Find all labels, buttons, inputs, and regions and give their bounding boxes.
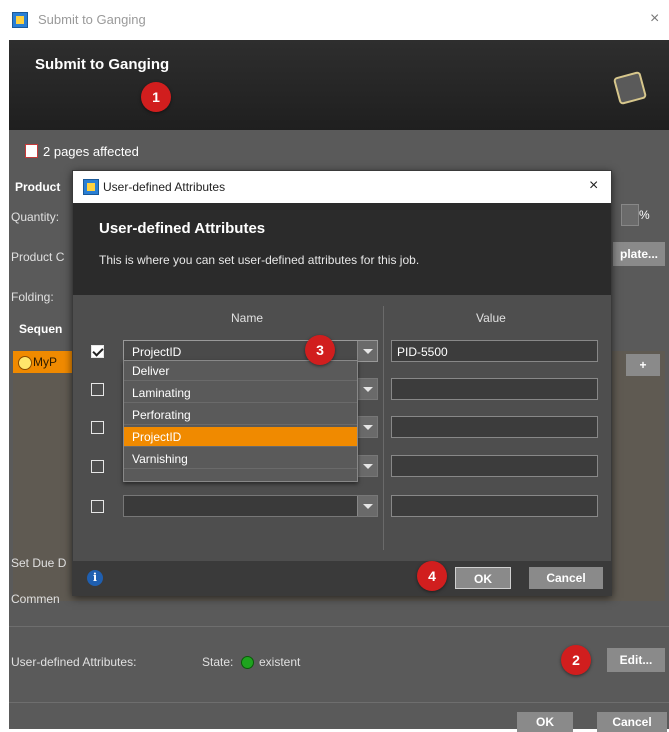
annotation-badge-2: 2 (561, 645, 591, 675)
dropdown-option[interactable]: Varnishing (124, 449, 357, 469)
dialog-close-icon[interactable]: × (589, 177, 598, 195)
quantity-label: Quantity: (11, 210, 60, 224)
attribute-name-dropdown[interactable]: Deliver Laminating Perforating ProjectID… (123, 360, 358, 482)
dropdown-option-selected[interactable]: ProjectID (124, 427, 357, 447)
state-value: existent (259, 655, 301, 669)
info-icon[interactable]: i (87, 570, 103, 586)
column-header-name: Name (231, 311, 264, 325)
dialog-window-title: User-defined Attributes (103, 180, 226, 194)
edit-button[interactable]: Edit... (607, 648, 665, 672)
chevron-down-icon[interactable] (357, 417, 377, 437)
attributes-table: Name Value ProjectID PID-5500 Deliver La… (81, 302, 603, 554)
window-titlebar: Submit to Ganging × (0, 0, 669, 40)
add-sequence-button[interactable]: + (626, 354, 660, 376)
dropdown-option[interactable]: Perforating (124, 405, 357, 425)
app-icon (12, 12, 28, 28)
column-header-value: Value (476, 311, 506, 325)
window-title: Submit to Ganging (38, 12, 146, 27)
chevron-down-icon[interactable] (357, 341, 377, 361)
state-status-icon (241, 656, 254, 669)
row-checkbox[interactable] (91, 383, 104, 396)
attribute-value-field[interactable] (391, 495, 598, 517)
cancel-button[interactable]: Cancel (597, 712, 667, 732)
attribute-value-field[interactable]: PID-5500 (391, 340, 598, 362)
row-checkbox[interactable] (91, 460, 104, 473)
chevron-down-icon[interactable] (357, 379, 377, 399)
template-button[interactable]: plate... (613, 242, 665, 266)
percent-label: % (639, 208, 650, 222)
product-c-label: Product C (11, 250, 65, 264)
page-title: Submit to Ganging (35, 56, 170, 73)
user-defined-attributes-label: User-defined Attributes: (11, 655, 137, 669)
dropdown-option[interactable]: Laminating (124, 383, 357, 403)
attribute-name-value: ProjectID (132, 345, 182, 359)
sequence-label: Sequen (19, 322, 63, 336)
column-separator (383, 306, 384, 550)
close-icon[interactable]: × (650, 10, 659, 28)
attribute-name-select[interactable] (123, 495, 378, 517)
chevron-down-icon[interactable] (357, 496, 377, 516)
row-checkbox[interactable] (91, 345, 104, 358)
sequence-item-myp[interactable]: MyP (13, 351, 77, 373)
row-checkbox[interactable] (91, 500, 104, 513)
ganging-logo-icon (612, 70, 648, 106)
app-icon (83, 179, 99, 195)
attribute-value-field[interactable] (391, 455, 598, 477)
dialog-titlebar: User-defined Attributes × (73, 171, 611, 203)
pdf-icon (25, 144, 38, 158)
dialog-header: User-defined Attributes This is where yo… (73, 203, 611, 295)
annotation-badge-1: 1 (141, 82, 171, 112)
state-label: State: (202, 655, 234, 669)
dialog-subtitle: This is where you can set user-defined a… (99, 253, 420, 267)
pages-affected-label: 2 pages affected (43, 144, 139, 159)
comment-label: Commen (11, 592, 60, 606)
dialog-header: Submit to Ganging (9, 40, 669, 130)
folding-label: Folding: (11, 290, 54, 304)
dialog-cancel-button[interactable]: Cancel (529, 567, 603, 589)
annotation-badge-3: 3 (305, 335, 335, 365)
ok-button[interactable]: OK (517, 712, 573, 732)
product-section-label: Product (15, 180, 61, 194)
dialog-ok-button[interactable]: OK (455, 567, 511, 589)
divider (9, 626, 669, 627)
quantity-percent-field[interactable] (621, 204, 639, 226)
attribute-value-field[interactable] (391, 416, 598, 438)
dialog-footer: i OK Cancel (73, 561, 611, 595)
row-checkbox[interactable] (91, 421, 104, 434)
set-due-date-label: Set Due D (11, 556, 67, 570)
divider (9, 702, 669, 703)
annotation-badge-4: 4 (417, 561, 447, 591)
dialog-title: User-defined Attributes (99, 220, 266, 237)
chevron-down-icon[interactable] (357, 456, 377, 476)
attribute-value-field[interactable] (391, 378, 598, 400)
attribute-name-select[interactable]: ProjectID (123, 340, 378, 362)
user-defined-attributes-dialog: User-defined Attributes × User-defined A… (72, 170, 612, 596)
